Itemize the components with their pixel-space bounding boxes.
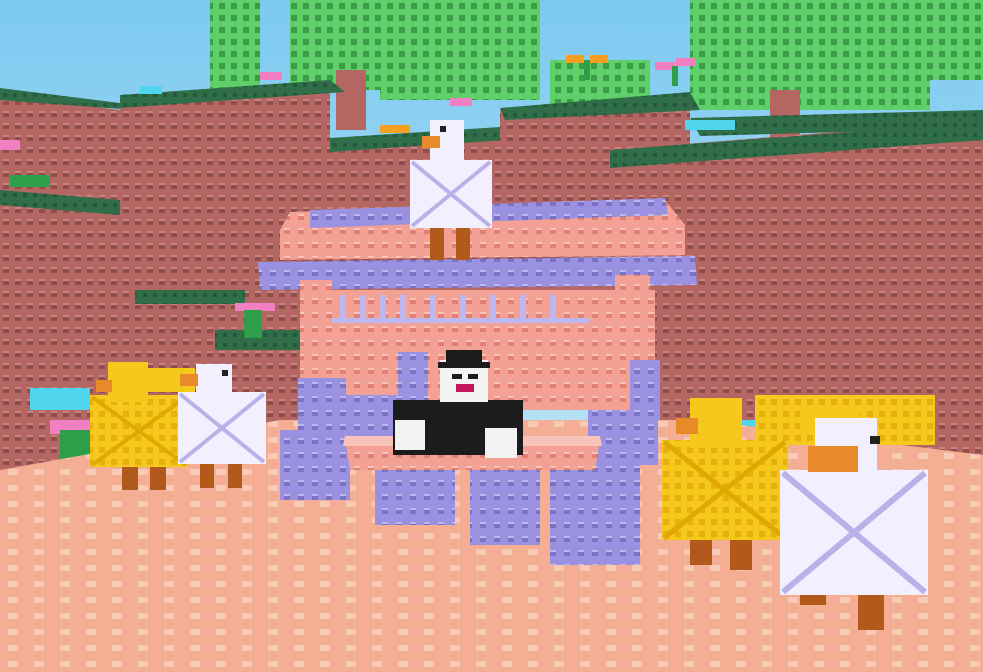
scene-canvas [0,0,983,672]
game-viewport[interactable] [0,0,983,672]
